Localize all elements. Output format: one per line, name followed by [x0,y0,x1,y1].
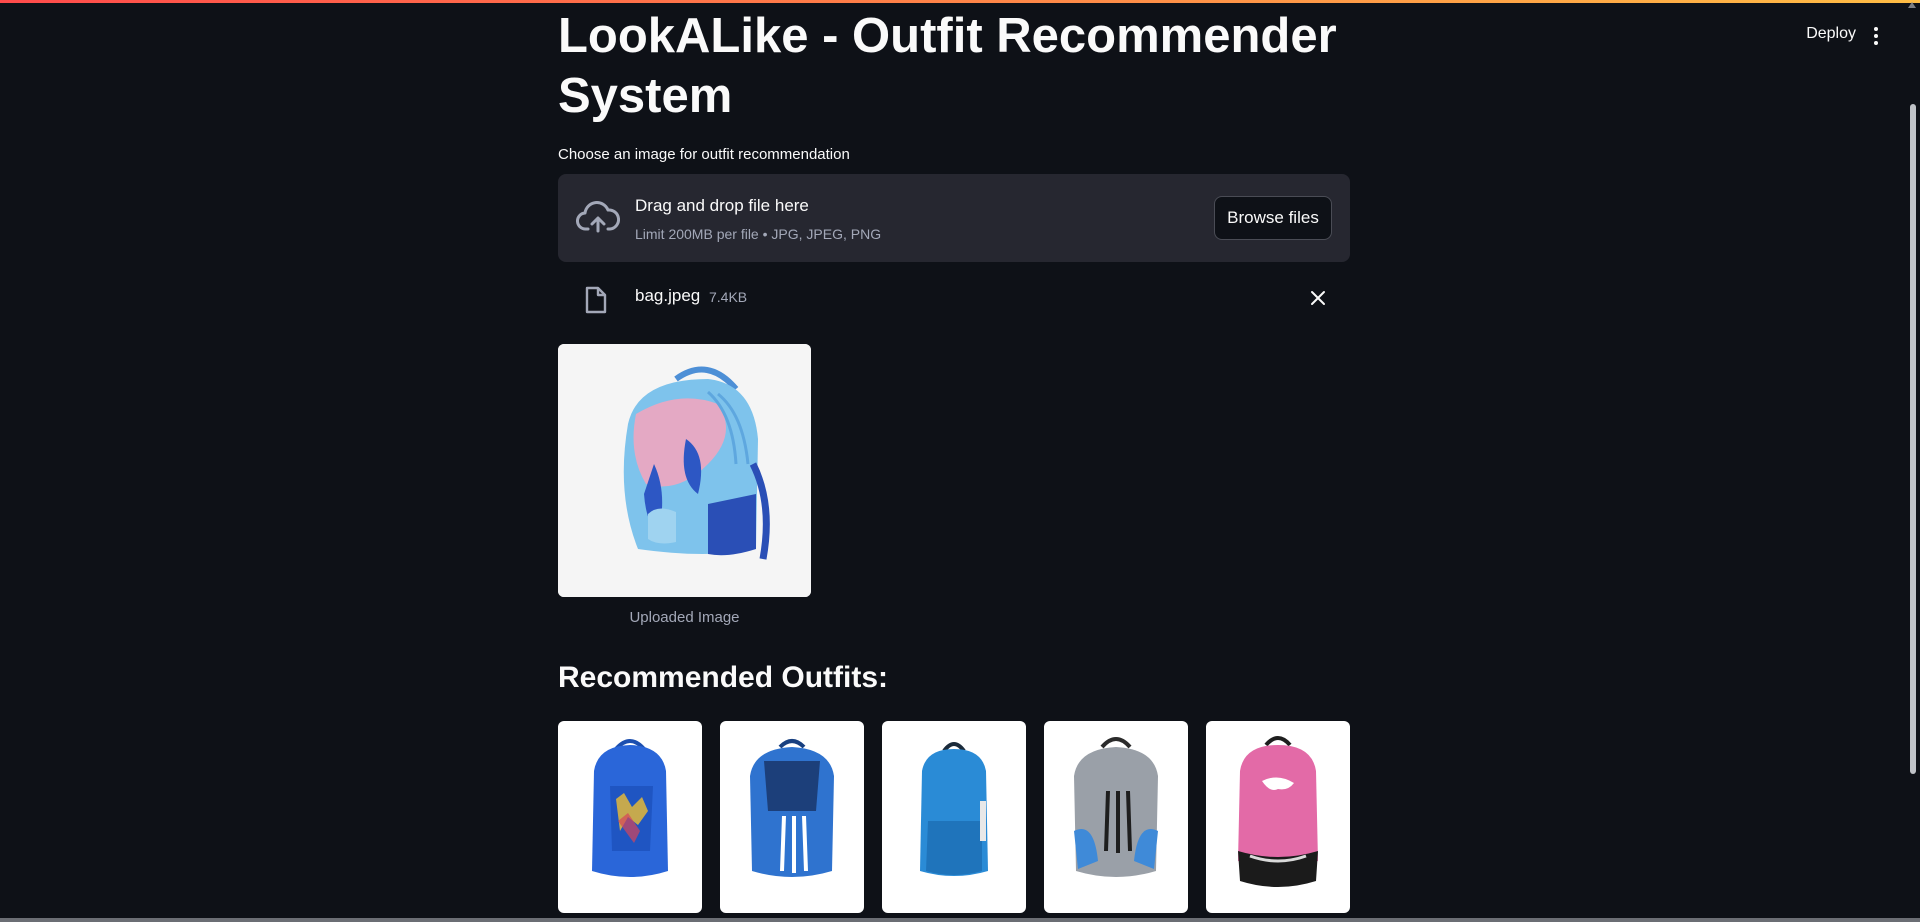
more-vertical-icon[interactable] [1868,25,1884,47]
browse-files-button[interactable]: Browse files [1214,196,1332,240]
recommended-item-1 [558,721,702,913]
file-icon [585,286,607,314]
recommended-item-3 [882,721,1026,913]
dropzone-title: Drag and drop file here [635,196,809,215]
recommended-item-4 [1044,721,1188,913]
uploaded-file-row: bag.jpeg 7.4KB [558,280,1350,316]
scrollbar-thumb[interactable] [1910,104,1916,774]
backpack-image [1238,736,1318,887]
recommended-item-2 [720,721,864,913]
file-name: bag.jpeg [635,286,701,305]
image-caption: Uploaded Image [629,609,740,626]
dropzone-limits: Limit 200MB per file • JPG, JPEG, PNG [635,226,882,242]
file-dropzone[interactable]: Drag and drop file here Limit 200MB per … [558,174,1350,262]
recommended-item-5 [1206,721,1350,913]
page-title: LookALike - Outfit Recommender System [558,9,1337,123]
cloud-upload-icon [576,201,620,233]
backpack-image [920,742,988,876]
backpack-image [592,739,668,877]
window-bottom-edge [0,918,1920,922]
recommendations-grid [558,721,1350,913]
uploader-label: Choose an image for outfit recommendatio… [558,146,850,163]
uploaded-image [558,344,811,597]
backpack-image [1074,737,1158,877]
backpack-image [750,739,834,877]
file-size: 7.4KB [709,289,748,305]
scroll-up-arrow-icon[interactable] [1908,2,1916,8]
backpack-image [558,344,811,597]
deploy-button[interactable]: Deploy [1806,25,1856,43]
recommendations-title: Recommended Outfits: [558,661,889,694]
main-content: LookALike - Outfit Recommender System Ch… [558,0,1350,922]
close-icon[interactable] [1310,290,1326,306]
